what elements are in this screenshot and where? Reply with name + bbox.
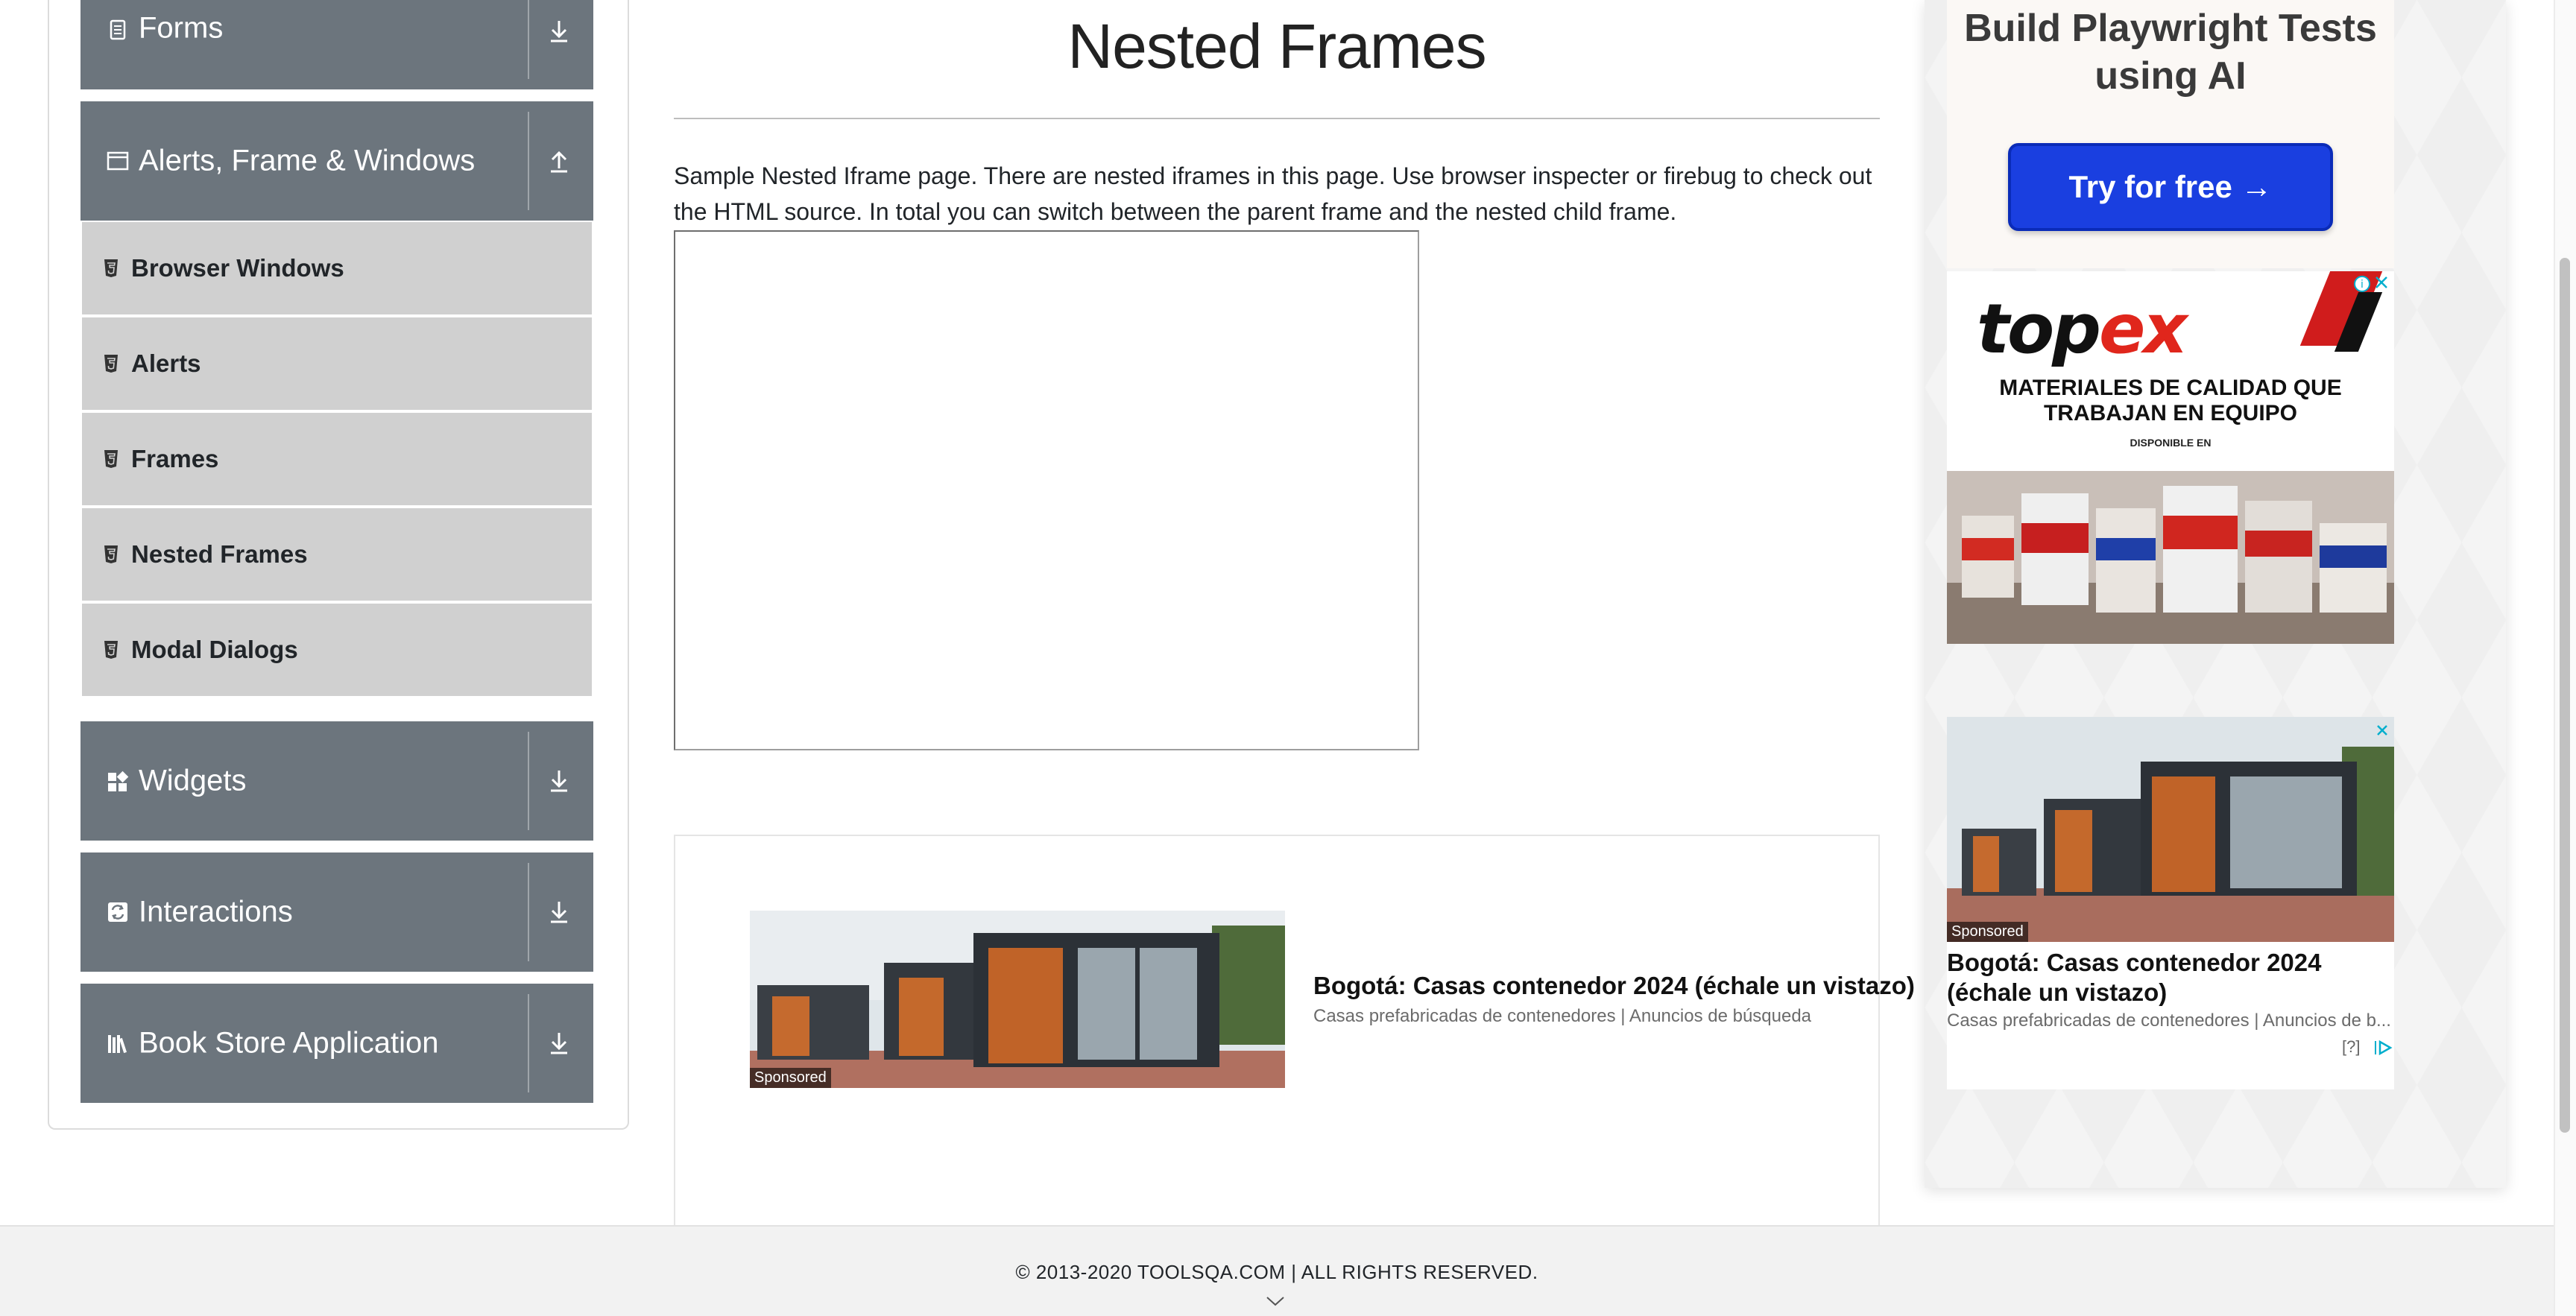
container-houses-image bbox=[750, 911, 1285, 1088]
interactions-icon bbox=[108, 902, 127, 922]
sidebar-group-label: Forms bbox=[139, 11, 224, 45]
sidebar-group-label: Book Store Application bbox=[139, 1026, 439, 1060]
group-divider bbox=[528, 863, 529, 961]
inline-ad-image[interactable]: Sponsored bbox=[750, 911, 1285, 1088]
html5-icon bbox=[104, 450, 118, 468]
footer: © 2013-2020 TOOLSQA.COM | ALL RIGHTS RES… bbox=[0, 1225, 2554, 1316]
playwright-ad-heading: Build Playwright Tests using AI bbox=[1964, 7, 2377, 98]
window-icon bbox=[107, 151, 129, 171]
parent-iframe[interactable] bbox=[674, 230, 1419, 750]
page-description: Sample Nested Iframe page. There are nes… bbox=[674, 162, 1872, 225]
html5-icon bbox=[104, 545, 118, 563]
close-icon[interactable] bbox=[2373, 274, 2390, 291]
ad-help-link[interactable]: [?] bbox=[2342, 1037, 2360, 1057]
download-icon[interactable] bbox=[543, 896, 575, 929]
try-for-free-button[interactable]: Try for free → bbox=[2008, 143, 2333, 231]
topex-logo-ex: ex bbox=[2099, 289, 2188, 369]
form-icon bbox=[110, 19, 126, 40]
download-icon[interactable] bbox=[543, 765, 575, 797]
group-divider bbox=[528, 994, 529, 1092]
footer-copyright: © 2013-2020 TOOLSQA.COM | ALL RIGHTS RES… bbox=[1015, 1261, 1538, 1283]
native-ad[interactable]: Sponsored Bogotá: Casas contenedor 2024 … bbox=[1947, 717, 2394, 1089]
sidebar-group-forms[interactable]: Forms bbox=[80, 0, 593, 89]
sidebar-item-label: Nested Frames bbox=[131, 540, 308, 568]
upload-icon[interactable] bbox=[543, 145, 575, 177]
topex-logo: topex bbox=[1977, 289, 2188, 369]
html5-icon bbox=[104, 355, 118, 373]
inline-ad-headline[interactable]: Bogotá: Casas contenedor 2024 (échale un… bbox=[1313, 972, 1915, 1000]
sidebar-item-label: Browser Windows bbox=[131, 254, 344, 282]
sidebar-group-interactions[interactable]: Interactions bbox=[80, 852, 593, 972]
page-title: Nested Frames bbox=[1067, 11, 1486, 81]
sidebar-item-nested-frames[interactable]: Nested Frames bbox=[82, 508, 592, 601]
html5-icon bbox=[104, 259, 118, 277]
sidebar-item-alerts[interactable]: Alerts bbox=[82, 317, 592, 410]
sidebar-item-modal-dialogs[interactable]: Modal Dialogs bbox=[82, 604, 592, 696]
container-houses-image bbox=[1947, 717, 2394, 942]
playwright-ad[interactable]: Build Playwright Tests using AI Try for … bbox=[1947, 0, 2394, 268]
adchoices-icon[interactable] bbox=[2373, 1039, 2393, 1057]
sponsored-tag: Sponsored bbox=[750, 1068, 831, 1088]
html5-icon bbox=[104, 641, 118, 659]
download-icon[interactable] bbox=[543, 15, 575, 48]
native-ad-headline[interactable]: Bogotá: Casas contenedor 2024 (échale un… bbox=[1947, 948, 2394, 1007]
topex-availability: DISPONIBLE EN bbox=[2130, 437, 2212, 449]
group-divider bbox=[528, 0, 529, 79]
topex-logo-top: top bbox=[1977, 289, 2101, 369]
sidebar-group-label: Widgets bbox=[139, 764, 247, 797]
sidebar-group-widgets[interactable]: Widgets bbox=[80, 721, 593, 841]
sidebar-item-frames[interactable]: Frames bbox=[82, 413, 592, 505]
sidebar-item-label: Alerts bbox=[131, 349, 201, 377]
topex-tagline: MATERIALES DE CALIDAD QUE TRABAJAN EN EQ… bbox=[1999, 376, 2342, 426]
sidebar-group-label: Interactions bbox=[139, 895, 293, 929]
books-icon bbox=[108, 1035, 127, 1054]
sidebar-group-label: Alerts, Frame & Windows bbox=[139, 144, 476, 177]
topex-ad[interactable]: i topex MATERIALES DE CALIDAD QUE TRABAJ… bbox=[1947, 271, 2394, 644]
inline-ad-subtitle[interactable]: Casas prefabricadas de contenedores | An… bbox=[1313, 1006, 1811, 1027]
sidebar-item-browser-windows[interactable]: Browser Windows bbox=[82, 222, 592, 314]
sidebar-group-book-store[interactable]: Book Store Application bbox=[80, 984, 593, 1103]
download-icon[interactable] bbox=[543, 1027, 575, 1060]
group-divider bbox=[528, 112, 529, 210]
page: Forms Alerts, Frame & Windows Browser Wi… bbox=[0, 0, 2576, 1316]
info-icon[interactable]: i bbox=[2352, 274, 2372, 294]
sidebar-group-alerts-frame-windows[interactable]: Alerts, Frame & Windows bbox=[80, 101, 593, 221]
products-image bbox=[1947, 471, 2394, 644]
svg-text:i: i bbox=[2361, 279, 2364, 291]
group-divider bbox=[528, 732, 529, 830]
widgets-icon bbox=[108, 771, 129, 791]
native-ad-image[interactable]: Sponsored bbox=[1947, 717, 2394, 942]
scrollbar-thumb[interactable] bbox=[2560, 258, 2570, 1133]
native-ad-subtitle[interactable]: Casas prefabricadas de contenedores | An… bbox=[1947, 1010, 2394, 1031]
chevron-down-icon[interactable] bbox=[1264, 1294, 1287, 1309]
sidebar-item-label: Frames bbox=[131, 445, 219, 472]
sponsored-tag: Sponsored bbox=[1947, 922, 2028, 942]
title-divider bbox=[674, 118, 1880, 119]
close-icon[interactable] bbox=[2375, 723, 2390, 738]
sidebar-item-label: Modal Dialogs bbox=[131, 636, 298, 663]
